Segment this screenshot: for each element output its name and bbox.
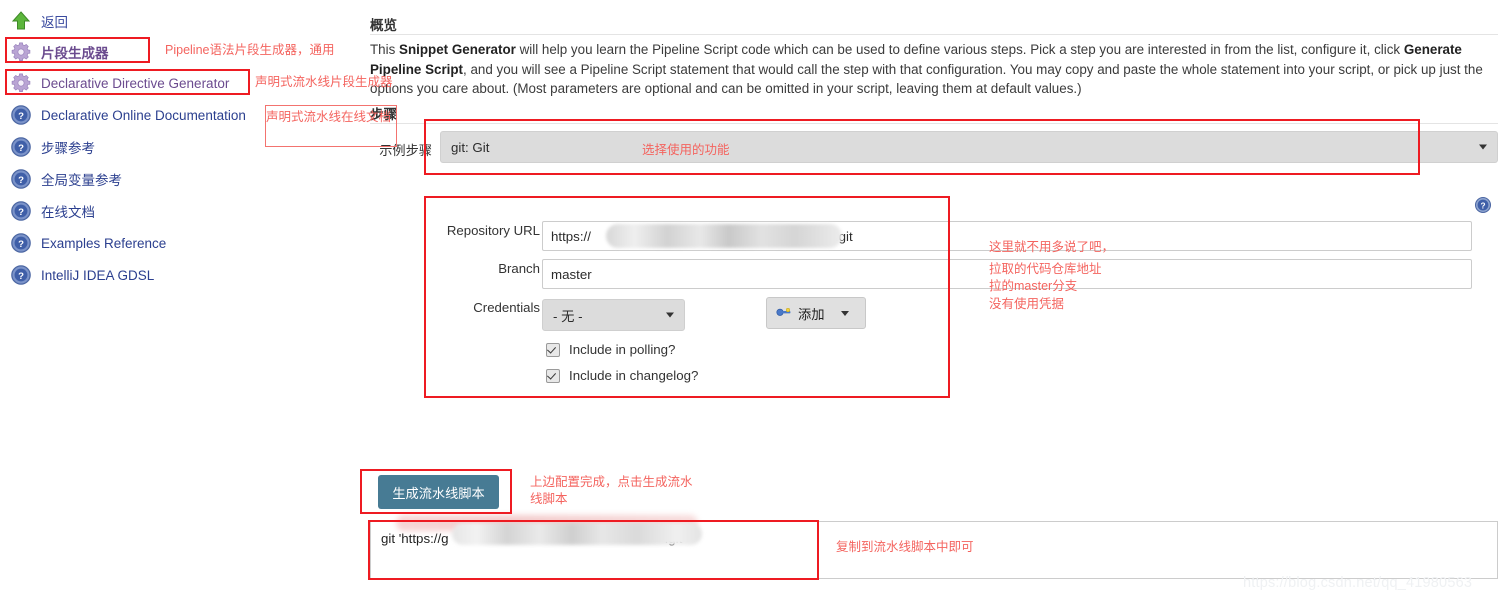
help-icon: ? bbox=[10, 200, 32, 222]
svg-text:?: ? bbox=[1480, 201, 1485, 210]
snippet-generator-page: 返回 片段生成器 Declarative Directive Generator bbox=[0, 0, 1498, 602]
sidebar-item-label: Declarative Directive Generator bbox=[41, 75, 230, 91]
help-icon: ? bbox=[10, 104, 32, 126]
overview-text-5: , and you will see a Pipeline Script sta… bbox=[370, 61, 1483, 97]
repository-url-label: Repository URL bbox=[446, 223, 540, 238]
sidebar-item-intellij-idea-gdsl[interactable]: ? IntelliJ IDEA GDSL bbox=[10, 262, 154, 288]
sidebar-item-examples-reference[interactable]: ? Examples Reference bbox=[10, 230, 166, 256]
include-polling-checkbox-row[interactable]: Include in polling? bbox=[546, 342, 675, 357]
sidebar-item-label: Declarative Online Documentation bbox=[41, 107, 246, 123]
chevron-down-icon bbox=[1479, 144, 1487, 150]
annotation-copy-note: 复制到流水线脚本中即可 bbox=[836, 540, 974, 554]
sidebar-item-label: 返回 bbox=[41, 15, 68, 30]
add-credentials-button[interactable]: 添加 bbox=[766, 297, 866, 329]
svg-text:?: ? bbox=[18, 143, 24, 154]
include-changelog-label: Include in changelog? bbox=[569, 368, 699, 383]
sidebar-item-label: 在线文档 bbox=[41, 205, 95, 220]
svg-text:?: ? bbox=[18, 111, 24, 122]
include-polling-checkbox[interactable] bbox=[546, 342, 560, 357]
repository-url-prefix: https:// bbox=[551, 228, 591, 244]
credentials-value: - 无 - bbox=[553, 308, 583, 324]
overview-paragraph: This Snippet Generator will help you lea… bbox=[370, 40, 1490, 99]
svg-text:?: ? bbox=[18, 271, 24, 282]
sidebar-item-declarative-directive-generator[interactable]: Declarative Directive Generator bbox=[10, 70, 229, 96]
step-select[interactable]: git: Git bbox=[440, 131, 1498, 163]
include-changelog-checkbox[interactable] bbox=[546, 368, 560, 383]
generated-script-suffix: .git' bbox=[664, 531, 685, 546]
annotation-repo-note-3: 拉的master分支 bbox=[989, 279, 1078, 293]
step-select-value: git: Git bbox=[451, 139, 490, 155]
generate-pipeline-script-button[interactable]: 生成流水线脚本 bbox=[378, 475, 499, 509]
steps-divider bbox=[370, 123, 1498, 124]
sidebar-item-label: 片段生成器 bbox=[41, 46, 109, 61]
up-arrow-icon bbox=[10, 10, 32, 32]
sidebar-item-label: 全局变量参考 bbox=[41, 173, 122, 188]
overview-text-1: This bbox=[370, 42, 400, 57]
overview-text-3: will help you learn the Pipeline Script … bbox=[515, 42, 1404, 57]
sidebar-item-step-reference[interactable]: ? 步骤参考 bbox=[10, 134, 95, 160]
sample-step-label: 示例步骤 bbox=[379, 143, 432, 158]
help-icon-button[interactable]: ? bbox=[1474, 196, 1492, 217]
repository-url-suffix: .git bbox=[834, 228, 853, 244]
credentials-label: Credentials bbox=[473, 300, 540, 315]
add-credentials-label: 添加 bbox=[798, 306, 825, 322]
sidebar-item-global-variable-reference[interactable]: ? 全局变量参考 bbox=[10, 166, 122, 192]
annotation-declarative-directive: 声明式流水线片段生成器 bbox=[255, 75, 393, 89]
annotation-snippet-generator: Pipeline语法片段生成器，通用 bbox=[165, 43, 335, 57]
annotation-select-function: 选择使用的功能 bbox=[642, 143, 730, 157]
credentials-select[interactable]: - 无 - bbox=[542, 299, 685, 331]
svg-text:?: ? bbox=[18, 239, 24, 250]
sidebar-item-label: Examples Reference bbox=[41, 235, 167, 251]
sidebar-item-label: 步骤参考 bbox=[41, 141, 95, 156]
help-icon: ? bbox=[10, 136, 32, 158]
annotation-generate-note: 上边配置完成，点击生成流水线脚本 bbox=[530, 475, 693, 506]
help-icon: ? bbox=[10, 168, 32, 190]
sidebar-item-back[interactable]: 返回 bbox=[10, 8, 68, 34]
sidebar-item-label: IntelliJ IDEA GDSL bbox=[41, 267, 155, 283]
annotation-declarative-online-doc: 声明式流水线在线文档 bbox=[266, 110, 392, 124]
sidebar-item-online-documentation[interactable]: ? 在线文档 bbox=[10, 198, 95, 224]
annotation-repo-note-4: 没有使用凭据 bbox=[989, 297, 1065, 311]
help-icon: ? bbox=[10, 232, 32, 254]
annotation-repo-note-1: 这里就不用多说了吧， bbox=[989, 240, 1115, 254]
watermark: https://blog.csdn.net/qq_41980563 bbox=[1243, 575, 1473, 591]
include-polling-label: Include in polling? bbox=[569, 342, 676, 357]
svg-text:?: ? bbox=[18, 175, 24, 186]
overview-title: 概览 bbox=[370, 18, 397, 33]
key-icon bbox=[776, 305, 792, 321]
sidebar-item-snippet-generator[interactable]: 片段生成器 bbox=[10, 39, 109, 65]
help-icon: ? bbox=[10, 264, 32, 286]
branch-value: master bbox=[551, 266, 592, 282]
chevron-down-icon bbox=[666, 312, 674, 318]
generate-button-label: 生成流水线脚本 bbox=[392, 485, 485, 501]
annotation-repo-note-2: 拉取的代码仓库地址 bbox=[989, 262, 1102, 276]
gear-icon bbox=[10, 41, 32, 63]
generated-script-prefix: git 'https://g bbox=[381, 531, 449, 546]
gear-icon bbox=[10, 72, 32, 94]
svg-text:?: ? bbox=[18, 207, 24, 218]
main-content: 概览 This Snippet Generator will help you … bbox=[370, 0, 1498, 602]
chevron-down-icon bbox=[840, 310, 849, 316]
overview-divider bbox=[370, 34, 1498, 35]
sidebar-item-declarative-online-documentation[interactable]: ? Declarative Online Documentation bbox=[10, 102, 246, 128]
branch-label: Branch bbox=[498, 261, 540, 276]
include-changelog-checkbox-row[interactable]: Include in changelog? bbox=[546, 368, 698, 383]
overview-text-2: Snippet Generator bbox=[399, 42, 516, 57]
